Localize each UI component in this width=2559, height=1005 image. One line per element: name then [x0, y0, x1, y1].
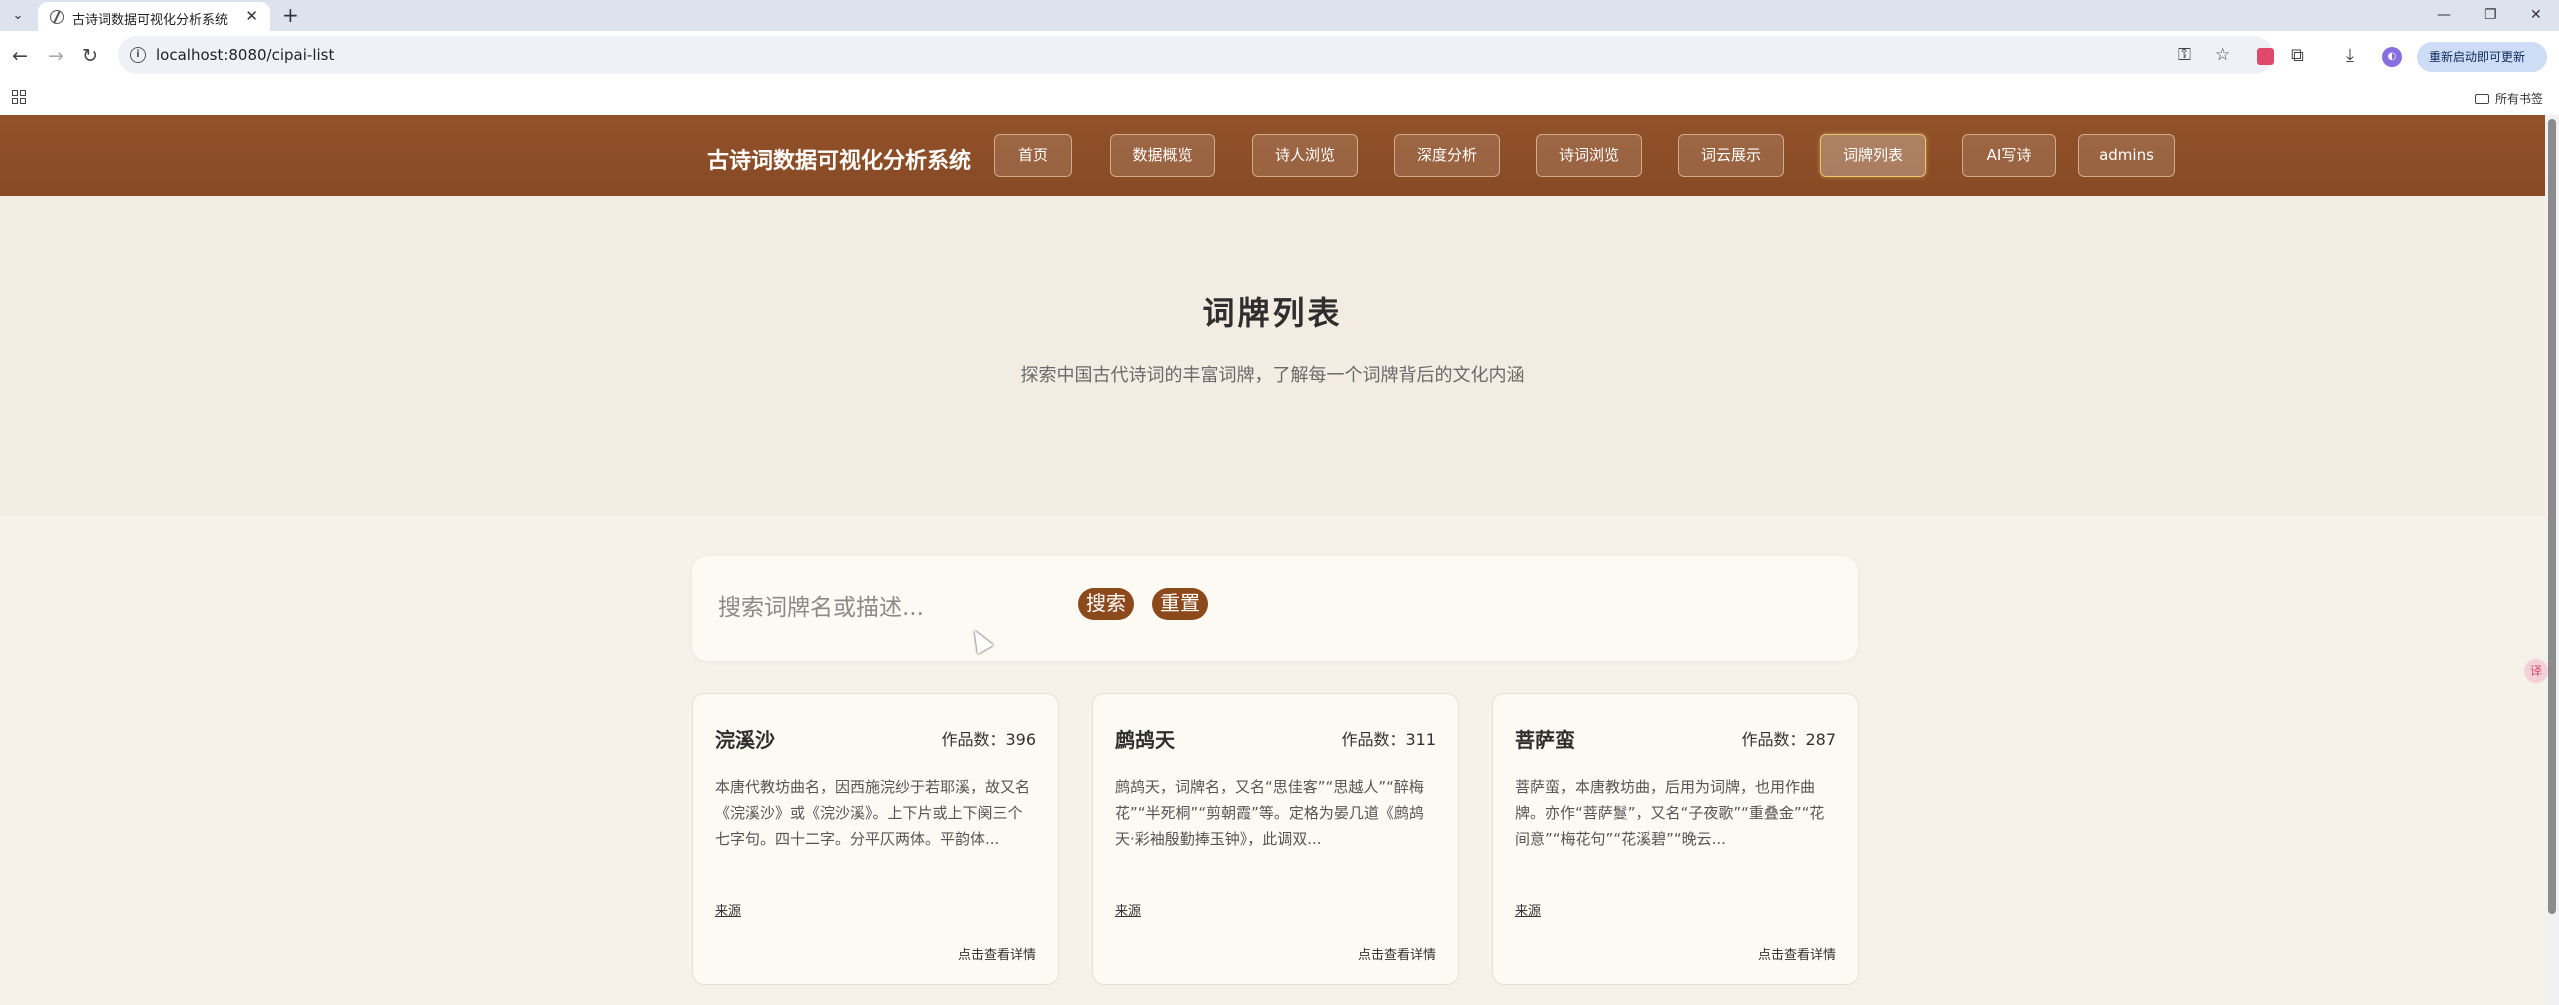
search-panel: 搜索 重置: [692, 556, 1858, 661]
view-details-link[interactable]: 点击查看详情: [1758, 944, 1836, 963]
cipai-description: 菩萨蛮，本唐教坊曲，后用为词牌，也用作曲牌。亦作“菩萨鬘”，又名“子夜歌”“重叠…: [1515, 778, 1825, 848]
new-tab-icon[interactable]: +: [282, 3, 299, 27]
forward-arrow-icon[interactable]: →: [48, 45, 64, 67]
translate-float-icon[interactable]: 译: [2524, 659, 2548, 683]
bookmark-star-icon[interactable]: ☆: [2215, 45, 2230, 65]
work-count: 作品数：287: [1741, 730, 1836, 749]
page-title: 词牌列表: [1202, 294, 1343, 332]
work-count: 作品数：311: [1341, 730, 1436, 749]
nav-ai-poetry[interactable]: AI写诗: [1962, 134, 2056, 177]
profile-avatar[interactable]: ◐: [2382, 47, 2402, 67]
browser-toolbar: ← → ↻ i localhost:8080/cipai-list ⚿ ☆ ⧉ …: [0, 31, 2559, 82]
page-subtitle: 探索中国古代诗词的丰富词牌，了解每一个词牌背后的文化内涵: [1020, 365, 1525, 386]
cipai-description: 本唐代教坊曲名，因西施浣纱于若耶溪，故又名《浣溪沙》或《浣沙溪》。上下片或上下阕…: [715, 778, 1031, 848]
restore-icon[interactable]: ❐: [2484, 4, 2497, 26]
site-header: 古诗词数据可视化分析系统 首页 数据概览 诗人浏览 深度分析 诗词浏览 词云展示…: [0, 115, 2545, 196]
address-bar[interactable]: i localhost:8080/cipai-list ⚿ ☆: [118, 36, 2273, 74]
close-tab-icon[interactable]: ✕: [245, 7, 258, 25]
back-arrow-icon[interactable]: ←: [12, 45, 28, 67]
search-button[interactable]: 搜索: [1078, 588, 1134, 620]
source-link[interactable]: 来源: [1115, 900, 1141, 919]
browser-tab-bar: ⌄ 古诗词数据可视化分析系统 ✕ + — ❐ ✕: [0, 0, 2559, 31]
hero-section: 词牌列表 探索中国古代诗词的丰富词牌，了解每一个词牌背后的文化内涵: [0, 196, 2545, 516]
nav-home[interactable]: 首页: [994, 134, 1072, 177]
browser-tab[interactable]: 古诗词数据可视化分析系统 ✕: [38, 2, 270, 31]
view-details-link[interactable]: 点击查看详情: [1358, 944, 1436, 963]
cipai-card[interactable]: 鹧鸪天 作品数：311 鹧鸪天，词牌名，又名“思佳客”“思越人”“醉梅花”“半死…: [1092, 693, 1459, 985]
site-logo[interactable]: 古诗词数据可视化分析系统: [707, 143, 971, 175]
cipai-name: 菩萨蛮: [1515, 728, 1575, 752]
nav-cipai-list[interactable]: 词牌列表: [1820, 134, 1926, 177]
search-input[interactable]: [718, 586, 1058, 630]
page-scrollbar[interactable]: [2545, 115, 2559, 1005]
tab-title: 古诗词数据可视化分析系统: [72, 13, 229, 28]
cipai-card[interactable]: 菩萨蛮 作品数：287 菩萨蛮，本唐教坊曲，后用为词牌，也用作曲牌。亦作“菩萨鬘…: [1492, 693, 1859, 985]
reload-icon[interactable]: ↻: [82, 45, 98, 67]
nav-poem-browse[interactable]: 诗词浏览: [1536, 134, 1642, 177]
bookmarks-bar: 所有书签: [0, 82, 2559, 115]
globe-icon: [50, 10, 64, 24]
nav-word-cloud[interactable]: 词云展示: [1678, 134, 1784, 177]
work-count: 作品数：396: [941, 730, 1036, 749]
cipai-name: 浣溪沙: [715, 728, 775, 752]
all-bookmarks-label: 所有书签: [2494, 92, 2543, 106]
update-button[interactable]: 重新启动即可更新: [2417, 42, 2547, 72]
folder-icon: [2474, 94, 2489, 104]
nav-deep-analysis[interactable]: 深度分析: [1394, 134, 1500, 177]
cipai-card[interactable]: 浣溪沙 作品数：396 本唐代教坊曲名，因西施浣纱于若耶溪，故又名《浣溪沙》或《…: [692, 693, 1059, 985]
cipai-description: 鹧鸪天，词牌名，又名“思佳客”“思越人”“醉梅花”“半死桐”“剪朝霞”等。定格为…: [1115, 778, 1424, 848]
minimize-icon[interactable]: —: [2437, 4, 2451, 26]
extension-icon[interactable]: [2257, 48, 2274, 65]
apps-grid-icon[interactable]: [12, 90, 27, 105]
all-bookmarks-button[interactable]: 所有书签: [2474, 90, 2543, 107]
url-text[interactable]: localhost:8080/cipai-list: [156, 46, 334, 64]
download-icon[interactable]: ⤓: [2346, 45, 2354, 67]
extensions-puzzle-icon[interactable]: ⧉: [2291, 45, 2304, 67]
scrollbar-thumb[interactable]: [2548, 119, 2556, 914]
site-info-icon[interactable]: i: [130, 47, 146, 63]
tab-search-chevron-icon[interactable]: ⌄: [8, 6, 28, 26]
nav-poet-browse[interactable]: 诗人浏览: [1252, 134, 1358, 177]
nav-data-overview[interactable]: 数据概览: [1110, 134, 1215, 177]
password-key-icon[interactable]: ⚿: [2178, 45, 2191, 65]
cipai-name: 鹧鸪天: [1115, 728, 1175, 752]
reset-button[interactable]: 重置: [1152, 588, 1208, 620]
source-link[interactable]: 来源: [715, 900, 741, 919]
window-close-icon[interactable]: ✕: [2530, 4, 2542, 26]
source-link[interactable]: 来源: [1515, 900, 1541, 919]
nav-admin[interactable]: admins: [2078, 134, 2175, 177]
view-details-link[interactable]: 点击查看详情: [958, 944, 1036, 963]
